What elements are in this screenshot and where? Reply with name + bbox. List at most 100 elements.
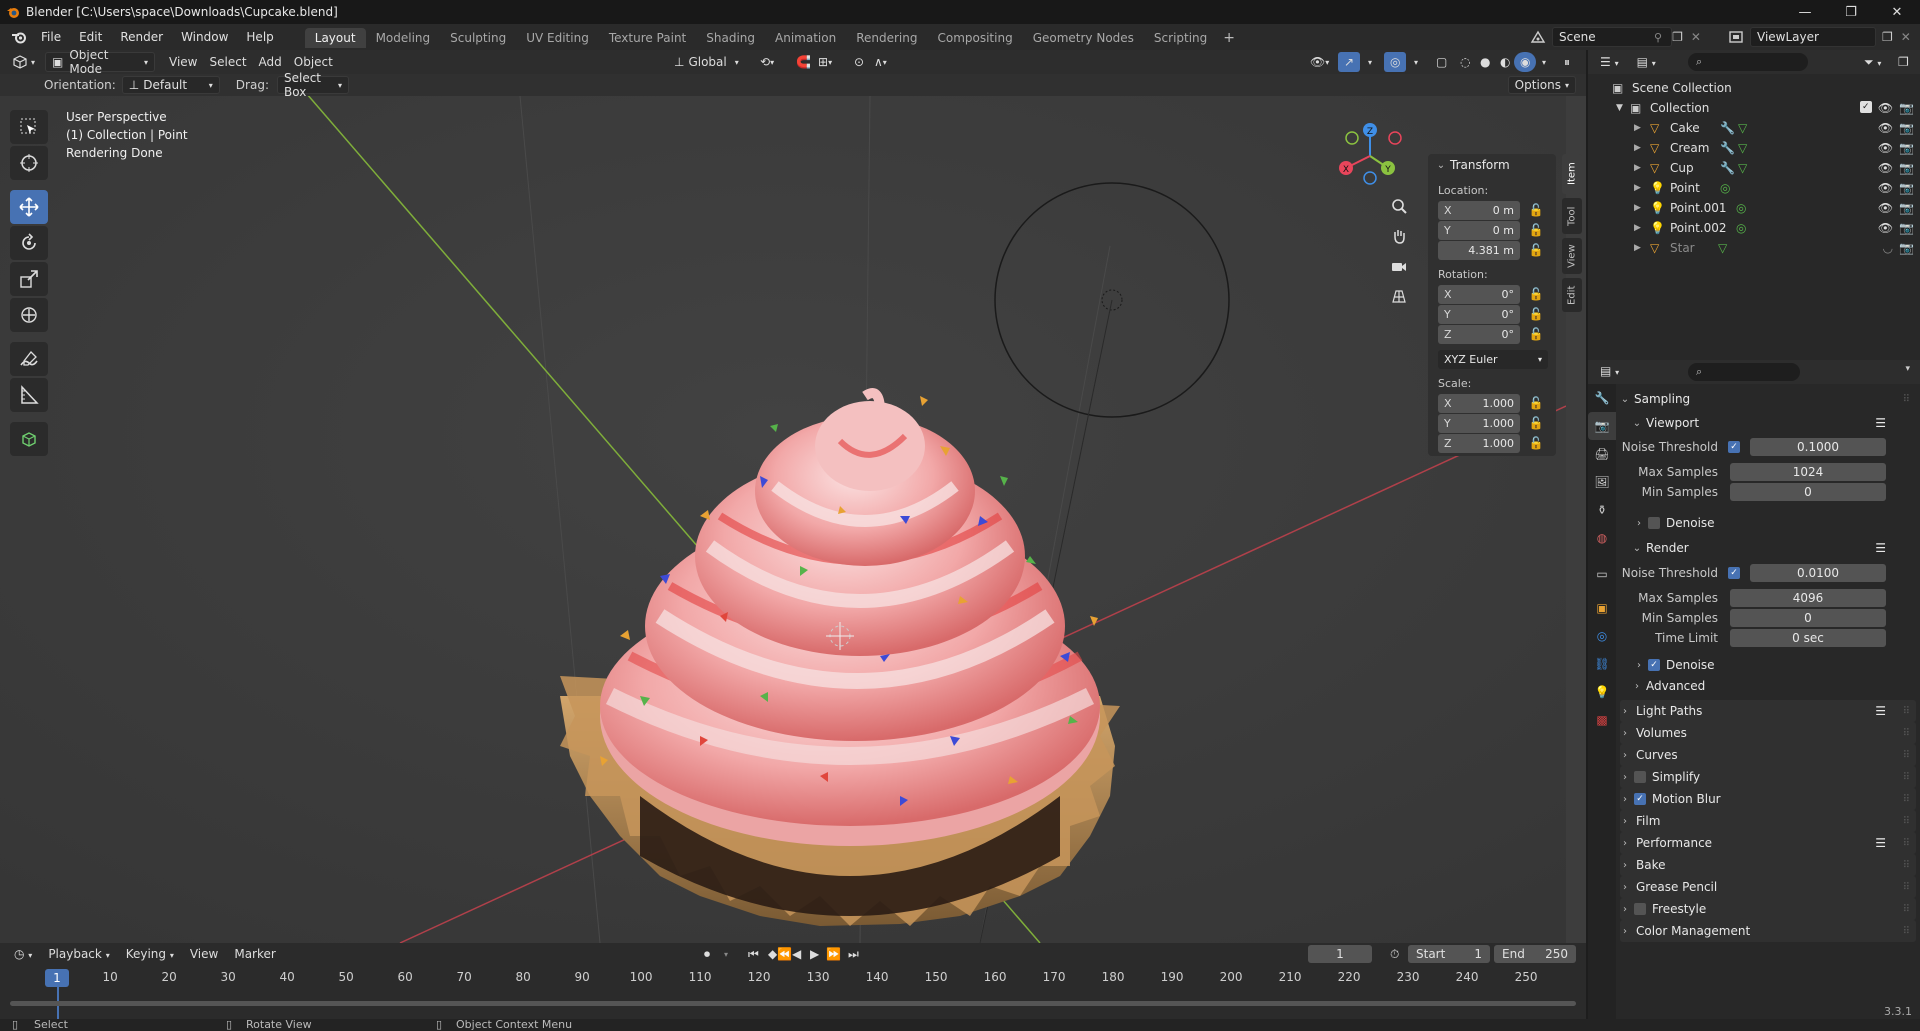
panel-simplify[interactable]: › Simplify ⠿ [1620, 766, 1916, 788]
drag-handle-icon[interactable]: ⠿ [1903, 904, 1910, 915]
drag-handle-icon[interactable]: ⠿ [1903, 882, 1910, 893]
location-z-field[interactable]: 4.381 m [1438, 240, 1520, 260]
modifier-icon[interactable]: 🔧 [1720, 141, 1735, 155]
display-mode-icon[interactable]: ▤ ▾ [1637, 55, 1656, 69]
outliner-item-cream[interactable]: ▶ ▽ Cream 🔧 ▽ 👁 📷 [1588, 138, 1920, 158]
timeline-editor-type-icon[interactable]: ◷ ▾ [6, 947, 40, 961]
tab-texture-paint[interactable]: Texture Paint [599, 28, 696, 48]
modifier-icon[interactable]: 🔧 [1720, 121, 1735, 135]
render-denoise-header[interactable]: › ✓ Denoise [1620, 654, 1916, 676]
move-tool[interactable] [10, 190, 48, 224]
tab-shading[interactable]: Shading [696, 28, 765, 48]
panel-enable-checkbox[interactable] [1634, 903, 1646, 915]
transform-panel-header[interactable]: ⌄ Transform [1428, 154, 1556, 176]
record-dropdown-icon[interactable]: ▾ [724, 950, 728, 959]
min-samples-field[interactable]: 0 [1730, 609, 1886, 627]
camera-view-icon[interactable] [1385, 252, 1413, 280]
rotation-x-field[interactable]: X 0° [1438, 284, 1520, 304]
annotate-tool[interactable] [10, 342, 48, 376]
modifier-icon[interactable]: 🔧 [1720, 161, 1735, 175]
eye-icon[interactable]: 👁 [1878, 181, 1893, 195]
render-properties-tab[interactable]: 📷 [1588, 412, 1616, 440]
expand-arrow-icon[interactable]: ▶ [1634, 163, 1641, 173]
lock-icon[interactable]: 🔓 [1528, 436, 1544, 450]
tab-sculpting[interactable]: Sculpting [440, 28, 516, 48]
menu-marker[interactable]: Marker [226, 947, 283, 961]
mode-dropdown[interactable]: ▣ Object Mode ▾ [45, 50, 156, 76]
view-layer-icon[interactable] [1722, 30, 1750, 44]
3d-viewport[interactable]: ▾ ▣ Object Mode ▾ View Select Add Object… [0, 50, 1586, 943]
options-dropdown[interactable]: Options ▾ [1507, 76, 1576, 94]
location-y-field[interactable]: Y 0 m [1438, 220, 1520, 240]
perspective-toggle-icon[interactable] [1385, 282, 1413, 310]
camera-icon[interactable]: 📷 [1899, 201, 1914, 215]
shading-rendered-icon[interactable]: ◉ [1514, 52, 1537, 72]
scale-y-field[interactable]: Y 1.000 [1438, 413, 1520, 433]
menu-timeline-view[interactable]: View [182, 947, 226, 961]
view-layer-field[interactable]: ViewLayer [1750, 27, 1876, 47]
object-properties-tab[interactable]: ▣ [1588, 594, 1616, 622]
outliner-item-cake[interactable]: ▶ ▽ Cake 🔧 ▽ 👁 📷 [1588, 118, 1920, 138]
new-collection-icon[interactable]: ❐ [1898, 55, 1909, 69]
tab-animation[interactable]: Animation [765, 28, 846, 48]
scene-icon[interactable] [1524, 30, 1552, 44]
panel-freestyle[interactable]: › Freestyle ⠿ [1620, 898, 1916, 920]
tab-modeling[interactable]: Modeling [366, 28, 441, 48]
current-frame-field[interactable]: 1 [1308, 945, 1372, 963]
cursor-tool[interactable] [10, 146, 48, 180]
outliner-search[interactable]: ⌕ [1688, 53, 1808, 71]
noise-threshold-field[interactable]: 0.0100 [1750, 564, 1886, 582]
expand-arrow-icon[interactable]: ▶ [1634, 123, 1641, 133]
add-workspace-button[interactable]: + [1217, 30, 1241, 46]
camera-icon[interactable]: 📷 [1899, 141, 1914, 155]
playhead-frame[interactable]: 1 [45, 969, 69, 987]
proportional-edit-icon[interactable]: ⊙ [848, 52, 870, 72]
panel-grease-pencil[interactable]: › Grease Pencil ⠿ [1620, 876, 1916, 898]
add-cube-tool[interactable] [10, 422, 48, 456]
orientation-dropdown[interactable]: ⊥ Default ▾ [121, 76, 220, 94]
noise-threshold-checkbox[interactable]: ✓ [1728, 567, 1740, 579]
menu-render[interactable]: Render [111, 30, 172, 44]
time-limit-field[interactable]: 0 sec [1730, 629, 1886, 647]
menu-object[interactable]: Object [288, 52, 339, 72]
tab-item[interactable]: Item [1562, 154, 1582, 194]
mesh-data-icon[interactable]: ▽ [1738, 141, 1747, 155]
tab-rendering[interactable]: Rendering [846, 28, 927, 48]
panel-performance[interactable]: › Performance ☰ ⠿ [1620, 832, 1916, 854]
menu-keying[interactable]: Keying ▾ [118, 947, 182, 961]
drag-handle-icon[interactable]: ⠿ [1903, 772, 1910, 783]
preset-list-icon[interactable]: ☰ [1875, 704, 1886, 718]
menu-help[interactable]: Help [237, 30, 282, 44]
menu-file[interactable]: File [32, 30, 70, 44]
pin-icon[interactable]: ⚲ [1654, 31, 1662, 44]
snap-target-icon[interactable]: ⊞ ▾ [812, 52, 838, 72]
jump-start-icon[interactable]: ⏮ [748, 947, 759, 962]
new-view-layer-icon[interactable]: ❐ [1882, 30, 1893, 44]
record-icon[interactable]: ⏺ [704, 947, 710, 962]
light-data-icon[interactable]: ◎ [1736, 221, 1746, 235]
mesh-data-icon[interactable]: ▽ [1738, 121, 1747, 135]
tab-scripting[interactable]: Scripting [1144, 28, 1217, 48]
overlays-dropdown-icon[interactable]: ▾ [1408, 52, 1424, 72]
drag-handle-icon[interactable]: ⠿ [1903, 860, 1910, 871]
drag-handle-icon[interactable]: ⠿ [1903, 838, 1910, 849]
delete-view-layer-icon[interactable]: ✕ [1901, 30, 1911, 44]
camera-icon[interactable]: 📷 [1899, 101, 1914, 115]
outliner-editor-type-icon[interactable]: ☰ ▾ [1600, 55, 1619, 69]
expand-arrow-icon[interactable]: ▶ [1634, 223, 1641, 233]
delete-scene-icon[interactable]: ✕ [1691, 30, 1701, 44]
new-scene-icon[interactable]: ❐ [1672, 30, 1683, 44]
outliner-item-point[interactable]: ▶ 💡 Point ◎ 👁 📷 [1588, 178, 1920, 198]
render-denoise-checkbox[interactable]: ✓ [1648, 659, 1660, 671]
pause-render-icon[interactable]: ⏸ [1558, 52, 1576, 72]
physics-properties-tab[interactable]: ◎ [1588, 622, 1616, 650]
expand-arrow-icon[interactable]: ▶ [1634, 243, 1641, 253]
viewport-subpanel-header[interactable]: ⌄ Viewport ☰ [1620, 412, 1916, 434]
panel-volumes[interactable]: › Volumes ⠿ [1620, 722, 1916, 744]
panel-curves[interactable]: › Curves ⠿ [1620, 744, 1916, 766]
blender-menu-icon[interactable] [6, 24, 32, 50]
minimize-button[interactable]: — [1782, 0, 1828, 24]
timeline-editor[interactable]: ◷ ▾ Playback ▾ Keying ▾ View Marker ⏺ ▾ … [0, 943, 1586, 1019]
transform-orientation-dropdown[interactable]: ⊥ Global ▾ [668, 52, 745, 72]
scene-properties-tab[interactable]: ⚱ [1588, 496, 1616, 524]
